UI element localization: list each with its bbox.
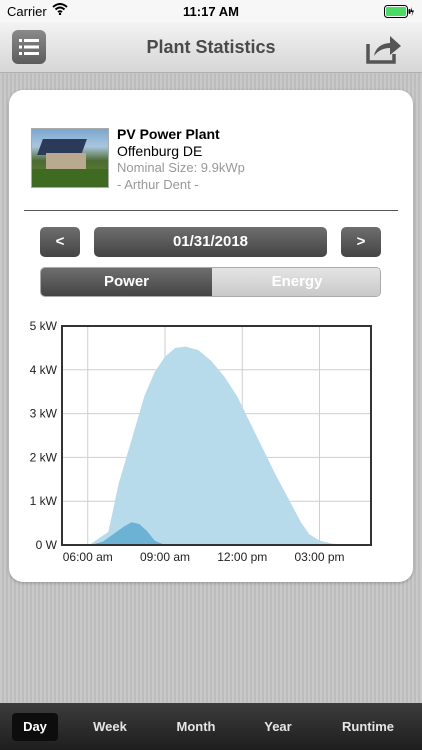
plant-owner: - Arthur Dent - bbox=[117, 177, 199, 192]
tab-runtime[interactable]: Runtime bbox=[332, 713, 404, 741]
y-tick-label: 3 kW bbox=[30, 407, 58, 421]
share-button[interactable] bbox=[364, 32, 404, 64]
plant-card: PV Power Plant Offenburg DE Nominal Size… bbox=[9, 90, 413, 582]
y-tick-label: 1 kW bbox=[30, 494, 58, 508]
tab-bar: Day Week Month Year Runtime bbox=[0, 703, 422, 750]
x-tick-label: 12:00 pm bbox=[217, 550, 267, 564]
clock-time: 11:17 AM bbox=[183, 4, 239, 19]
y-tick-label: 5 kW bbox=[30, 319, 58, 333]
navigation-bar: Plant Statistics bbox=[0, 22, 422, 73]
previous-day-button[interactable]: < bbox=[40, 227, 80, 257]
power-energy-segmented-control: Power Energy bbox=[40, 267, 381, 297]
next-day-button[interactable]: > bbox=[341, 227, 381, 257]
date-button[interactable]: 01/31/2018 bbox=[94, 227, 327, 257]
tab-day[interactable]: Day bbox=[12, 713, 58, 741]
plant-photo bbox=[31, 128, 109, 188]
power-area-series bbox=[62, 346, 371, 545]
y-tick-label: 0 W bbox=[36, 538, 58, 552]
x-tick-label: 06:00 am bbox=[63, 550, 113, 564]
plant-name: PV Power Plant bbox=[117, 126, 220, 142]
share-icon bbox=[366, 36, 401, 64]
tab-year[interactable]: Year bbox=[252, 713, 304, 741]
tab-month[interactable]: Month bbox=[168, 713, 224, 741]
y-tick-label: 4 kW bbox=[30, 363, 58, 377]
y-tick-label: 2 kW bbox=[30, 450, 58, 464]
energy-segment[interactable]: Energy bbox=[212, 268, 380, 296]
divider bbox=[24, 210, 398, 211]
page-title: Plant Statistics bbox=[146, 37, 276, 57]
power-chart: 5 kW 4 kW 3 kW 2 kW 1 kW 0 W 06:00 am 09:00 am 1… bbox=[30, 319, 372, 564]
battery-icon bbox=[384, 5, 414, 18]
plant-info: PV Power Plant Offenburg DE Nominal Size… bbox=[117, 126, 245, 194]
plant-location: Offenburg DE bbox=[117, 143, 203, 159]
x-tick-label: 03:00 pm bbox=[294, 550, 344, 564]
x-tick-label: 09:00 am bbox=[140, 550, 190, 564]
status-bar: Carrier 11:17 AM bbox=[0, 0, 422, 22]
tab-week[interactable]: Week bbox=[84, 713, 136, 741]
power-segment[interactable]: Power bbox=[41, 268, 212, 296]
plant-nominal-size: Nominal Size: 9.9kWp bbox=[117, 160, 245, 175]
